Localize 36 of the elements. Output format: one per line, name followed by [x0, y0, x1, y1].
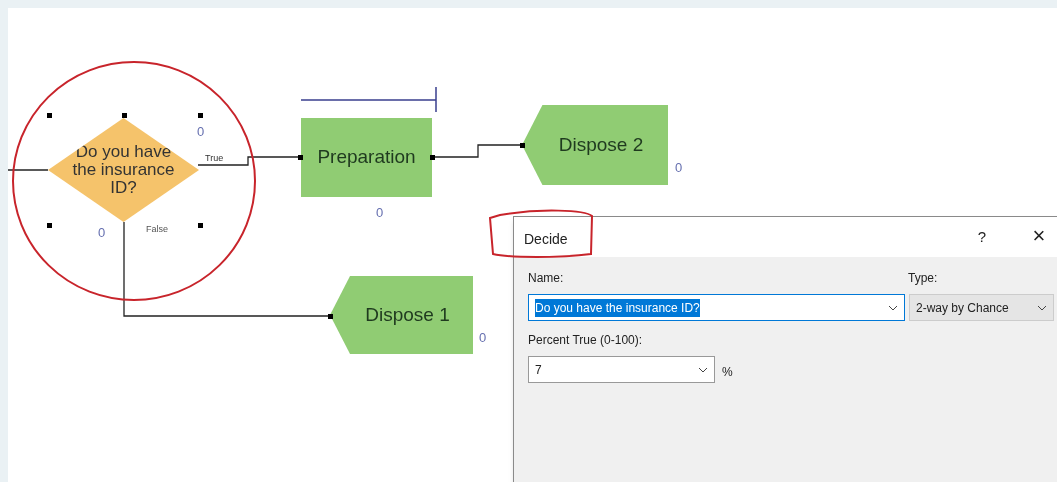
node-label: Dispose 2	[558, 132, 644, 157]
window-title: Decide	[524, 230, 568, 249]
selection-handle[interactable]	[47, 113, 52, 118]
dispose-node[interactable]: Dispose 2	[522, 105, 668, 185]
dropdown-field[interactable]: 2-way by Chance	[909, 294, 1054, 321]
connection-point	[328, 314, 333, 319]
process-node[interactable]: Preparation	[301, 118, 432, 197]
branch-label: True	[204, 154, 225, 163]
chevron-down-icon	[1037, 304, 1047, 311]
field-label: Type:	[908, 270, 938, 287]
counter-label: 0	[98, 226, 106, 239]
counter-label: 0	[197, 125, 205, 138]
counter-label: 0	[479, 331, 487, 344]
counter-label: 0	[376, 206, 384, 219]
node-label: Dispose 1	[365, 302, 450, 327]
chevron-down-icon	[698, 366, 708, 373]
selection-handle[interactable]	[198, 223, 203, 228]
close-button[interactable]: ×	[1026, 223, 1052, 249]
dropdown-field[interactable]: Do you have the insurance ID?	[528, 294, 905, 321]
field-label: Name:	[528, 270, 564, 287]
dispose-node[interactable]: Dispose 1	[330, 276, 473, 354]
unit-label: %	[722, 364, 733, 381]
connection-point	[430, 155, 435, 160]
selection-handle[interactable]	[122, 113, 127, 118]
field-label: Percent True (0-100):	[528, 332, 643, 349]
selection-handle[interactable]	[198, 113, 203, 118]
dropdown-field[interactable]: 7	[528, 356, 715, 383]
chevron-down-icon	[888, 304, 898, 311]
connection-point	[298, 155, 303, 160]
selection-handle[interactable]	[47, 223, 52, 228]
node-label: Preparation	[317, 145, 416, 170]
connector-line	[8, 169, 49, 171]
branch-label: False	[146, 225, 168, 234]
connection-point	[520, 143, 525, 148]
help-button[interactable]: ?	[971, 225, 993, 249]
counter-label: 0	[675, 161, 683, 174]
